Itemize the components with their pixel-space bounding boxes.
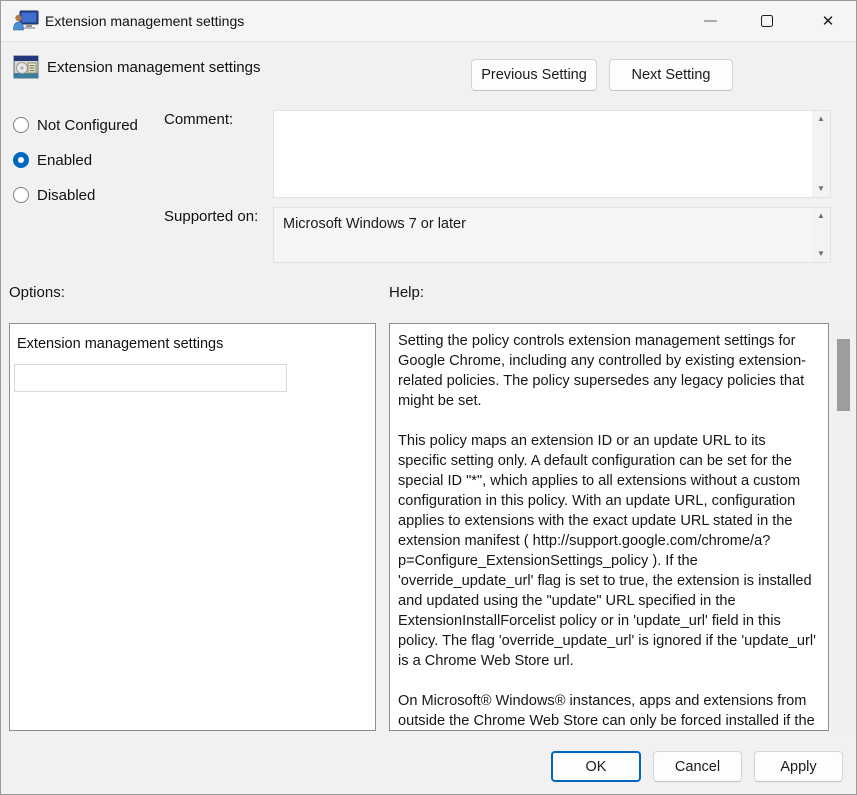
setting-name: Extension management settings: [47, 59, 261, 76]
comment-scrollbar[interactable]: ▲ ▼: [812, 111, 830, 197]
app-icon: [13, 10, 39, 32]
radio-label-not-configured: Not Configured: [37, 116, 138, 134]
maximize-icon: [761, 15, 773, 27]
radio-not-configured[interactable]: Not Configured: [13, 115, 138, 135]
close-icon: ✕: [821, 12, 835, 30]
comment-label: Comment:: [164, 111, 234, 128]
apply-button[interactable]: Apply: [754, 751, 843, 782]
scroll-up-icon[interactable]: ▲: [817, 115, 825, 123]
radio-circle-not-configured[interactable]: [13, 117, 29, 133]
supported-on-value: Microsoft Windows 7 or later: [283, 216, 466, 232]
help-paragraph: On Microsoft® Windows® instances, apps a…: [398, 693, 815, 729]
title-bar: Extension management settings ✕: [1, 1, 856, 42]
ok-button[interactable]: OK: [551, 751, 641, 782]
window-title: Extension management settings: [45, 13, 245, 29]
next-setting-button[interactable]: Next Setting: [609, 59, 733, 91]
scroll-down-icon[interactable]: ▼: [817, 185, 825, 193]
scroll-up-icon[interactable]: ▲: [817, 212, 825, 220]
group-policy-setting-icon: [13, 54, 39, 80]
options-label: Options:: [9, 284, 65, 301]
scroll-down-icon[interactable]: ▼: [817, 250, 825, 258]
close-button[interactable]: ✕: [804, 1, 852, 41]
minimize-button[interactable]: [687, 1, 733, 41]
help-scrollbar-thumb[interactable]: [837, 339, 850, 411]
radio-label-enabled: Enabled: [37, 151, 93, 169]
supported-scrollbar[interactable]: ▲ ▼: [812, 208, 830, 262]
minimize-icon: [703, 20, 717, 22]
supported-on-label: Supported on:: [164, 208, 259, 225]
radio-disabled[interactable]: Disabled: [13, 185, 95, 205]
radio-circle-enabled[interactable]: [13, 152, 29, 168]
radio-label-disabled: Disabled: [37, 186, 96, 204]
radio-circle-disabled[interactable]: [13, 187, 29, 203]
maximize-button[interactable]: [744, 1, 790, 41]
help-text: Setting the policy controls extension ma…: [398, 331, 818, 730]
extension-settings-input[interactable]: [14, 364, 287, 392]
previous-setting-button[interactable]: Previous Setting: [471, 59, 597, 91]
comment-textarea[interactable]: ▲ ▼: [273, 110, 831, 198]
supported-on-box: Microsoft Windows 7 or later ▲ ▼: [273, 207, 831, 263]
help-paragraph: Setting the policy controls extension ma…: [398, 333, 807, 409]
options-field-label: Extension management settings: [17, 336, 224, 352]
dialog-window: Extension management settings ✕ Extensio…: [0, 0, 857, 795]
help-paragraph: This policy maps an extension ID or an u…: [398, 433, 816, 669]
help-label: Help:: [389, 284, 425, 301]
help-scrollbar[interactable]: [835, 323, 852, 731]
cancel-button[interactable]: Cancel: [653, 751, 742, 782]
radio-enabled[interactable]: Enabled: [13, 150, 92, 170]
options-panel: Extension management settings: [9, 323, 376, 731]
help-panel: Setting the policy controls extension ma…: [389, 323, 829, 731]
